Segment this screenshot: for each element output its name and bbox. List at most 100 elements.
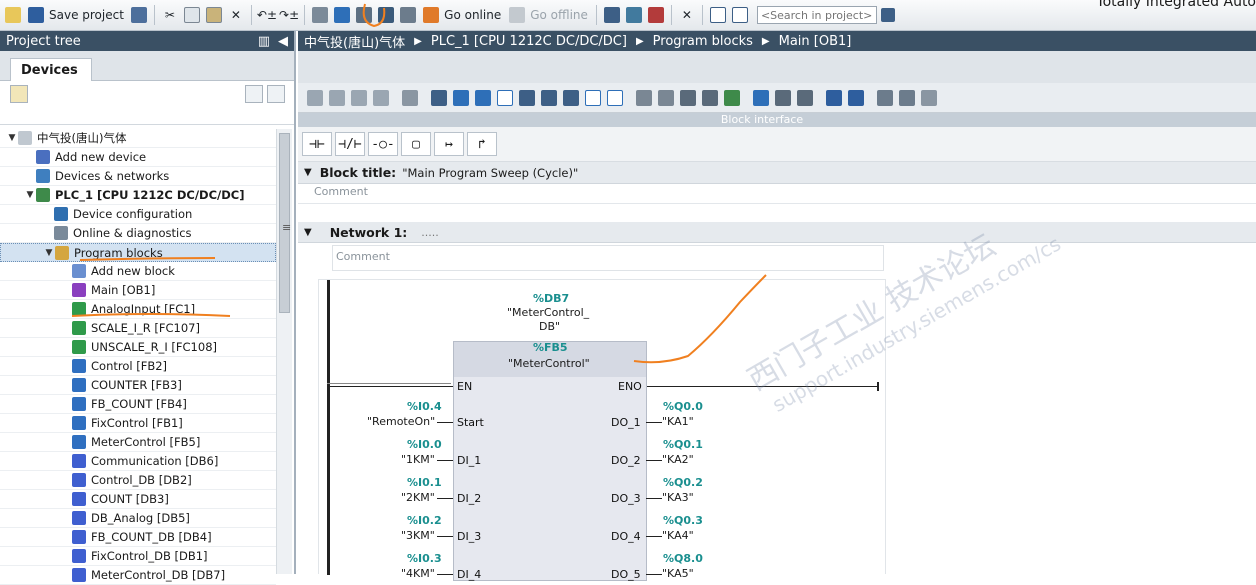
tree-item[interactable]: DB_Analog [DB5] (0, 509, 276, 528)
display-tag-info-icon[interactable] (563, 89, 579, 106)
close-all-networks-icon[interactable] (475, 89, 491, 106)
close-branch-icon[interactable]: ↱ (467, 132, 497, 156)
breadcrumb-item[interactable]: Main [OB1] (779, 34, 852, 49)
instance-db-name-1[interactable]: "MeterControl_ (507, 306, 589, 319)
database-icon[interactable] (921, 89, 937, 106)
network-1-header[interactable]: ▼ Network 1: ..... ≡ (282, 221, 1256, 243)
tree-item[interactable]: ▼ Program blocks (0, 243, 276, 262)
block-interface-bar[interactable]: Block interface (298, 113, 1256, 127)
block-title-value[interactable]: "Main Program Sweep (Cycle)" (402, 166, 578, 180)
collapse-panel-icon[interactable]: ◀ (278, 34, 288, 49)
stop-simulation-icon[interactable] (398, 4, 418, 26)
network-menu-icon[interactable]: ≡ (282, 221, 292, 234)
tree-item[interactable]: Add new device (0, 148, 276, 167)
network-title[interactable]: ..... (421, 226, 438, 239)
output-address[interactable]: %Q0.1 (663, 438, 703, 451)
input-tag[interactable]: "2KM" (401, 491, 435, 504)
favorites-icon[interactable] (519, 89, 535, 106)
output-address[interactable]: %Q0.0 (663, 400, 703, 413)
breadcrumb-item[interactable]: Program blocks (653, 34, 753, 49)
paste-icon[interactable] (204, 4, 224, 26)
insert-network-icon[interactable] (307, 89, 323, 106)
delete-network-icon[interactable] (329, 89, 345, 106)
bookmark-icon[interactable] (775, 89, 791, 106)
compile-icon[interactable] (310, 4, 330, 26)
instance-db-address[interactable]: %DB7 (533, 292, 569, 305)
output-tag[interactable]: "KA1" (662, 415, 694, 428)
go-to-next-error-icon[interactable] (658, 89, 674, 106)
step-icon[interactable] (899, 89, 915, 106)
cut-icon[interactable]: ✂ (160, 4, 180, 26)
download-to-device-icon[interactable] (332, 4, 352, 26)
input-address[interactable]: %I0.1 (407, 476, 442, 489)
cross-reference-icon[interactable] (624, 4, 644, 26)
tree-item[interactable]: COUNTER [FB3] (0, 376, 276, 395)
output-tag[interactable]: "KA2" (662, 453, 694, 466)
toggle-view-icon[interactable] (585, 89, 601, 106)
add-row-icon[interactable] (373, 89, 389, 106)
split-vertical-icon[interactable] (730, 4, 750, 26)
output-tag[interactable]: "KA4" (662, 529, 694, 542)
input-address[interactable]: %I0.0 (407, 438, 442, 451)
start-simulation-icon[interactable] (376, 4, 396, 26)
network-view-icon[interactable] (431, 89, 447, 106)
expand-toggle-icon[interactable]: ▼ (6, 133, 18, 143)
tree-item[interactable]: UNSCALE_R_I [FC108] (0, 338, 276, 357)
close-editor-icon[interactable]: ✕ (677, 4, 697, 26)
extend-block-icon[interactable] (402, 89, 418, 106)
tree-item[interactable]: ▼ PLC_1 [CPU 1212C DC/DC/DC] (0, 186, 276, 205)
input-address[interactable]: %I0.4 (407, 400, 442, 413)
tree-item[interactable]: ▼ 中气投(唐山)气体 (0, 129, 276, 148)
tree-item[interactable]: Devices & networks (0, 167, 276, 186)
open-branch-icon[interactable]: ↦ (434, 132, 464, 156)
call-environment-icon[interactable] (877, 89, 893, 106)
output-tag[interactable]: "KA3" (662, 491, 694, 504)
output-address[interactable]: %Q0.3 (663, 514, 703, 527)
update-calls-icon[interactable] (680, 89, 696, 106)
fb-name[interactable]: "MeterControl" (508, 357, 590, 370)
no-contact-icon[interactable]: ⊣⊢ (302, 132, 332, 156)
tree-item[interactable]: FixControl_DB [DB1] (0, 547, 276, 566)
output-address[interactable]: %Q0.2 (663, 476, 703, 489)
redo-icon[interactable]: ↷± (279, 4, 299, 26)
insert-comment-icon[interactable] (753, 89, 769, 106)
start-cpu-icon[interactable] (646, 4, 666, 26)
tree-item[interactable]: Main [OB1] (0, 281, 276, 300)
expand-toggle-icon[interactable]: ▼ (24, 190, 36, 200)
collapse-block-title-icon[interactable]: ▼ (304, 167, 312, 178)
panel-layout-icon[interactable]: ▥ (258, 34, 270, 49)
tree-item[interactable]: Online & diagnostics (0, 224, 276, 243)
compare-icon[interactable] (724, 89, 740, 106)
tree-item[interactable]: AnalogInput [FC1] (0, 300, 276, 319)
save-project-button[interactable]: Save project (25, 4, 127, 26)
input-tag[interactable]: "3KM" (401, 529, 435, 542)
expand-toggle-icon[interactable]: ▼ (43, 248, 55, 258)
add-item-icon[interactable] (10, 85, 28, 103)
input-tag[interactable]: "1KM" (401, 453, 435, 466)
split-horizontal-icon[interactable] (708, 4, 728, 26)
undo-icon[interactable]: ↶± (257, 4, 277, 26)
input-address[interactable]: %I0.3 (407, 552, 442, 565)
breadcrumb-item[interactable]: 中气投(唐山)气体 (304, 32, 405, 51)
coil-icon[interactable]: -○- (368, 132, 398, 156)
network-comment[interactable]: Comment (332, 245, 884, 271)
tree-scrollbar[interactable] (276, 129, 292, 574)
tree-item[interactable]: Add new block (0, 262, 276, 281)
absolute-operands-icon[interactable] (497, 89, 513, 106)
show-interface-icon[interactable] (702, 89, 718, 106)
highlight-icon[interactable] (607, 89, 623, 106)
instance-db-name-2[interactable]: DB" (539, 320, 560, 333)
monitor-all-icon[interactable] (848, 89, 864, 106)
navigate-icon[interactable] (797, 89, 813, 106)
tree-item[interactable]: Control_DB [DB2] (0, 471, 276, 490)
tree-item[interactable]: FB_COUNT [FB4] (0, 395, 276, 414)
input-address[interactable]: %I0.2 (407, 514, 442, 527)
go-to-previous-error-icon[interactable] (636, 89, 652, 106)
open-project-icon[interactable] (3, 4, 23, 26)
empty-box-icon[interactable]: ▢ (401, 132, 431, 156)
search-input[interactable] (756, 6, 877, 24)
input-tag[interactable]: "RemoteOn" (367, 415, 435, 428)
tree-item[interactable]: FixControl [FB1] (0, 414, 276, 433)
tree-item[interactable]: Device configuration (0, 205, 276, 224)
go-online-button[interactable]: Go online (420, 4, 504, 26)
